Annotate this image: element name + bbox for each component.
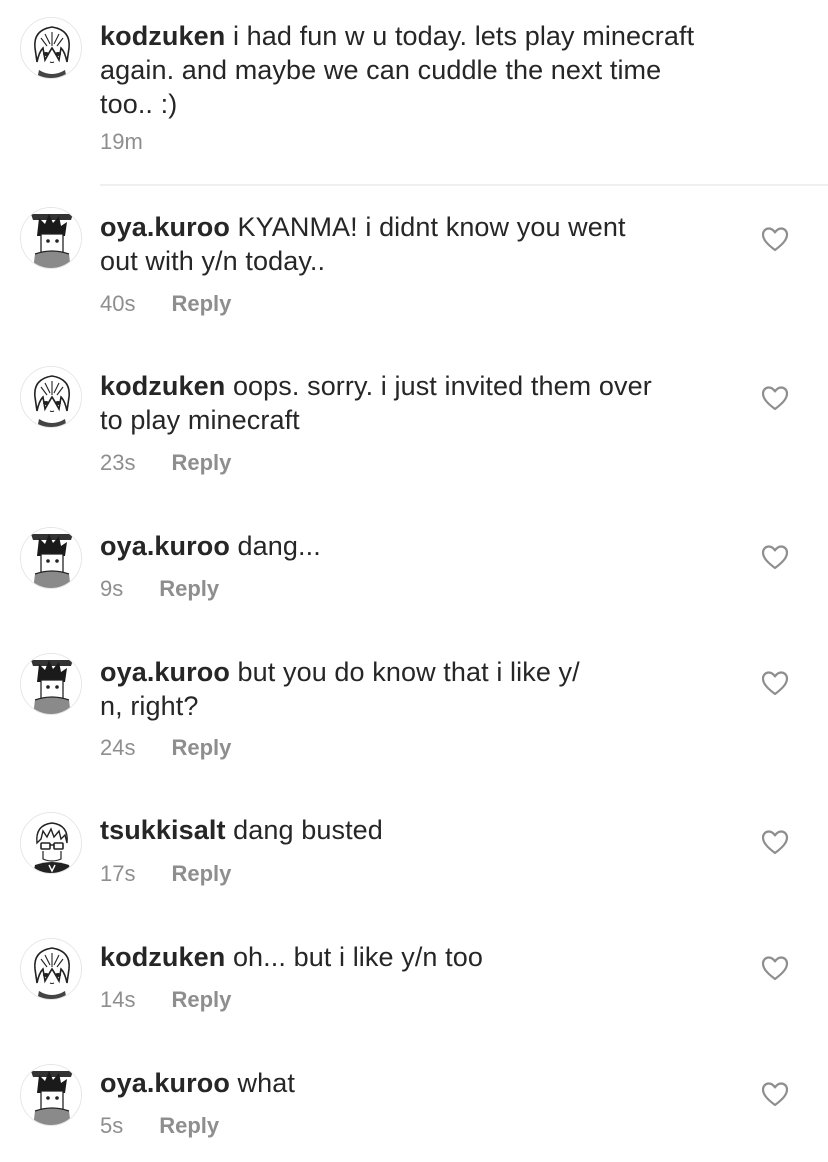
comment-username[interactable]: kodzuken (100, 942, 225, 972)
like-button[interactable] (761, 829, 789, 855)
comment-line-1: KYANMA! i didnt know you went (237, 212, 626, 242)
comment-meta: 24s Reply (100, 734, 231, 762)
kenma-avatar-icon (21, 18, 82, 79)
comment-text: kodzuken oh... but i like y/n too (100, 940, 483, 974)
comment-timestamp: 14s (100, 987, 136, 1012)
comment-username[interactable]: oya.kuroo (100, 531, 230, 561)
comment-timestamp: 9s (100, 576, 124, 601)
caption-timestamp: 19m (100, 129, 143, 154)
caption-divider (100, 184, 828, 186)
comment-line-2: out with y/n today.. (100, 246, 326, 276)
comment-text: oya.kuroo what (100, 1066, 295, 1100)
comment-text: oya.kuroo KYANMA! i didnt know you went … (100, 210, 626, 278)
caption-username[interactable]: kodzuken (100, 21, 225, 51)
comment-timestamp: 23s (100, 450, 136, 475)
comment-timestamp: 40s (100, 291, 136, 316)
comment-timestamp: 17s (100, 861, 136, 886)
reply-button[interactable]: Reply (159, 1112, 219, 1140)
caption-avatar[interactable] (20, 17, 82, 79)
comment-avatar[interactable] (20, 812, 82, 874)
comment-line-2: n, right? (100, 691, 199, 721)
caption-line-3: too.. :) (100, 89, 178, 119)
kenma-avatar-icon (21, 367, 82, 428)
comment-meta: 9s Reply (100, 575, 219, 603)
comment-username[interactable]: oya.kuroo (100, 1068, 230, 1098)
like-button[interactable] (761, 955, 789, 981)
heart-icon (761, 829, 789, 855)
comment-line-1: oops. sorry. i just invited them over (232, 371, 652, 401)
like-button[interactable] (761, 670, 789, 696)
heart-icon (761, 544, 789, 570)
kuroo-avatar-icon (21, 654, 82, 715)
heart-icon (761, 955, 789, 981)
heart-icon (761, 1081, 789, 1107)
heart-icon (761, 226, 789, 252)
tsukki-avatar-icon (21, 813, 82, 874)
reply-button[interactable]: Reply (171, 734, 231, 762)
heart-icon (761, 385, 789, 411)
comment-line-1: dang... (237, 531, 321, 561)
comment-avatar[interactable] (20, 938, 82, 1000)
kuroo-avatar-icon (21, 528, 82, 589)
caption-line-2: again. and maybe we can cuddle the next … (100, 55, 662, 85)
comment-avatar[interactable] (20, 527, 82, 589)
comment-avatar[interactable] (20, 366, 82, 428)
comment-line-1: what (237, 1068, 295, 1098)
comment-username[interactable]: kodzuken (100, 371, 225, 401)
comment-username[interactable]: oya.kuroo (100, 657, 230, 687)
comment-text: oya.kuroo but you do know that i like y/… (100, 655, 580, 723)
comment-text: oya.kuroo dang... (100, 529, 321, 563)
comment-avatar[interactable] (20, 653, 82, 715)
reply-button[interactable]: Reply (171, 290, 231, 318)
comment-avatar[interactable] (20, 1064, 82, 1126)
comment-line-1: dang busted (233, 815, 383, 845)
like-button[interactable] (761, 1081, 789, 1107)
caption-line-1: i had fun w u today. lets play minecraft (232, 21, 695, 51)
kuroo-avatar-icon (21, 208, 82, 269)
comment-text: kodzuken oops. sorry. i just invited the… (100, 369, 652, 437)
comment-meta: 14s Reply (100, 986, 231, 1014)
comment-username[interactable]: tsukkisalt (100, 815, 226, 845)
comment-meta: 23s Reply (100, 449, 231, 477)
caption-text: kodzuken i had fun w u today. lets play … (100, 19, 694, 121)
like-button[interactable] (761, 385, 789, 411)
like-button[interactable] (761, 226, 789, 252)
reply-button[interactable]: Reply (171, 986, 231, 1014)
comment-timestamp: 24s (100, 735, 136, 760)
kenma-avatar-icon (21, 939, 82, 1000)
comment-line-1: but you do know that i like y/ (237, 657, 580, 687)
comment-meta: 17s Reply (100, 860, 231, 888)
comment-line-2: to play minecraft (100, 405, 300, 435)
comment-avatar[interactable] (20, 207, 82, 269)
comment-line-1: oh... but i like y/n too (232, 942, 483, 972)
comment-meta: 40s Reply (100, 290, 231, 318)
comment-timestamp: 5s (100, 1113, 124, 1138)
post-caption: kodzuken i had fun w u today. lets play … (0, 0, 828, 186)
reply-button[interactable]: Reply (171, 449, 231, 477)
kuroo-avatar-icon (21, 1065, 82, 1126)
comment-username[interactable]: oya.kuroo (100, 212, 230, 242)
heart-icon (761, 670, 789, 696)
caption-meta: 19m (100, 128, 143, 156)
like-button[interactable] (761, 544, 789, 570)
comment-meta: 5s Reply (100, 1112, 219, 1140)
reply-button[interactable]: Reply (159, 575, 219, 603)
reply-button[interactable]: Reply (171, 860, 231, 888)
comment-text: tsukkisalt dang busted (100, 813, 383, 847)
